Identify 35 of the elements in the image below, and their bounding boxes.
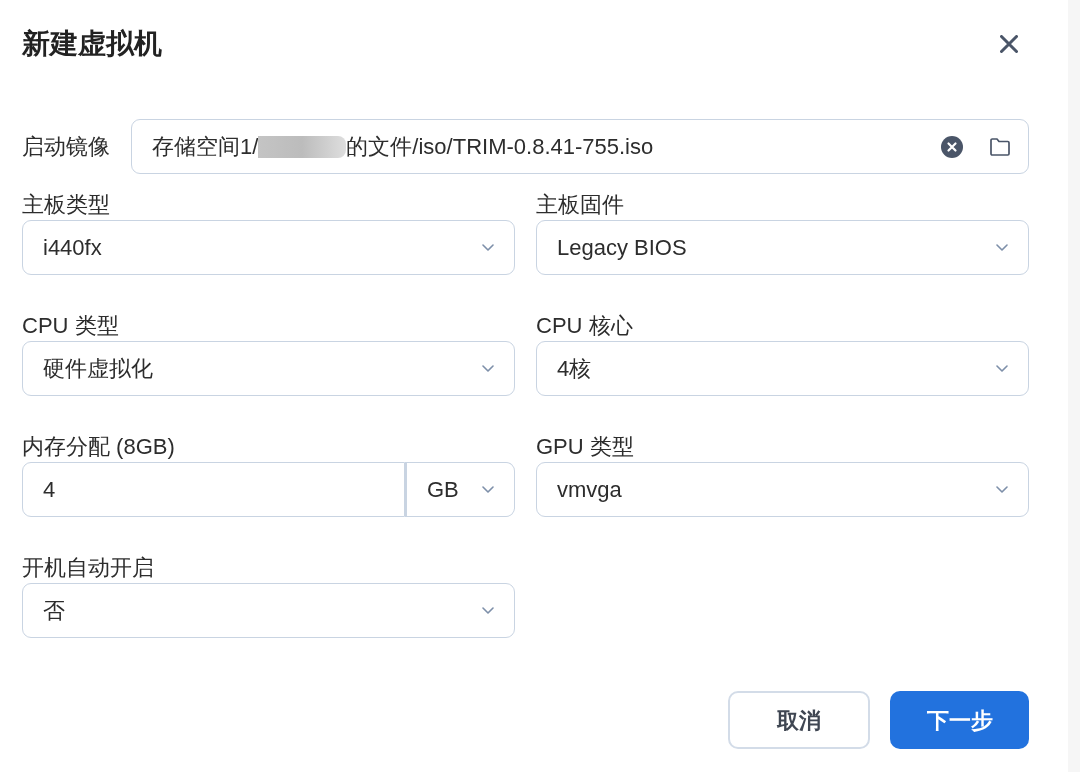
close-icon — [1000, 35, 1018, 53]
unit-select[interactable]: GB — [405, 462, 515, 517]
clear-button[interactable] — [941, 135, 963, 158]
field-label: GPU 类型 — [536, 434, 634, 460]
next-button[interactable]: 下一步 — [890, 691, 1029, 749]
chevron-down-icon — [996, 365, 1008, 372]
path-field[interactable]: 存储空间1/ 的文件/iso/TRIM-0.8.41-755.iso — [131, 119, 1029, 174]
select-field[interactable]: vmvga — [536, 462, 1029, 517]
select-field[interactable]: 否 — [22, 583, 515, 638]
dialog-title: 新建虚拟机 — [22, 27, 162, 61]
chevron-down-icon — [482, 486, 494, 493]
select-field[interactable]: i440fx — [22, 220, 515, 275]
browse-button[interactable] — [990, 137, 1010, 156]
field-label: 开机自动开启 — [22, 555, 154, 581]
close-button[interactable] — [997, 32, 1021, 56]
path-text: 的文件/iso/TRIM-0.8.41-755.iso — [346, 133, 654, 160]
chevron-down-icon — [482, 244, 494, 251]
field-label: 主板固件 — [536, 192, 624, 218]
cancel-button[interactable]: 取消 — [728, 691, 870, 749]
field-label: 启动镜像 — [22, 133, 111, 160]
chevron-down-icon — [482, 365, 494, 372]
path-text: 存储空间1/ — [152, 133, 259, 160]
select-field[interactable]: Legacy BIOS — [536, 220, 1029, 275]
chevron-down-icon — [996, 244, 1008, 251]
number-input[interactable]: 4 — [22, 462, 405, 517]
folder-icon — [990, 137, 1010, 156]
chevron-down-icon — [482, 607, 494, 614]
clear-icon — [941, 135, 963, 158]
field-label: 主板类型 — [22, 192, 110, 218]
field-label: 内存分配 (8GB) — [22, 434, 175, 460]
field-label: CPU 类型 — [22, 313, 119, 339]
select-field[interactable]: 4核 — [536, 341, 1029, 396]
field-label: CPU 核心 — [536, 313, 633, 339]
select-field[interactable]: 硬件虚拟化 — [22, 341, 515, 396]
chevron-down-icon — [996, 486, 1008, 493]
